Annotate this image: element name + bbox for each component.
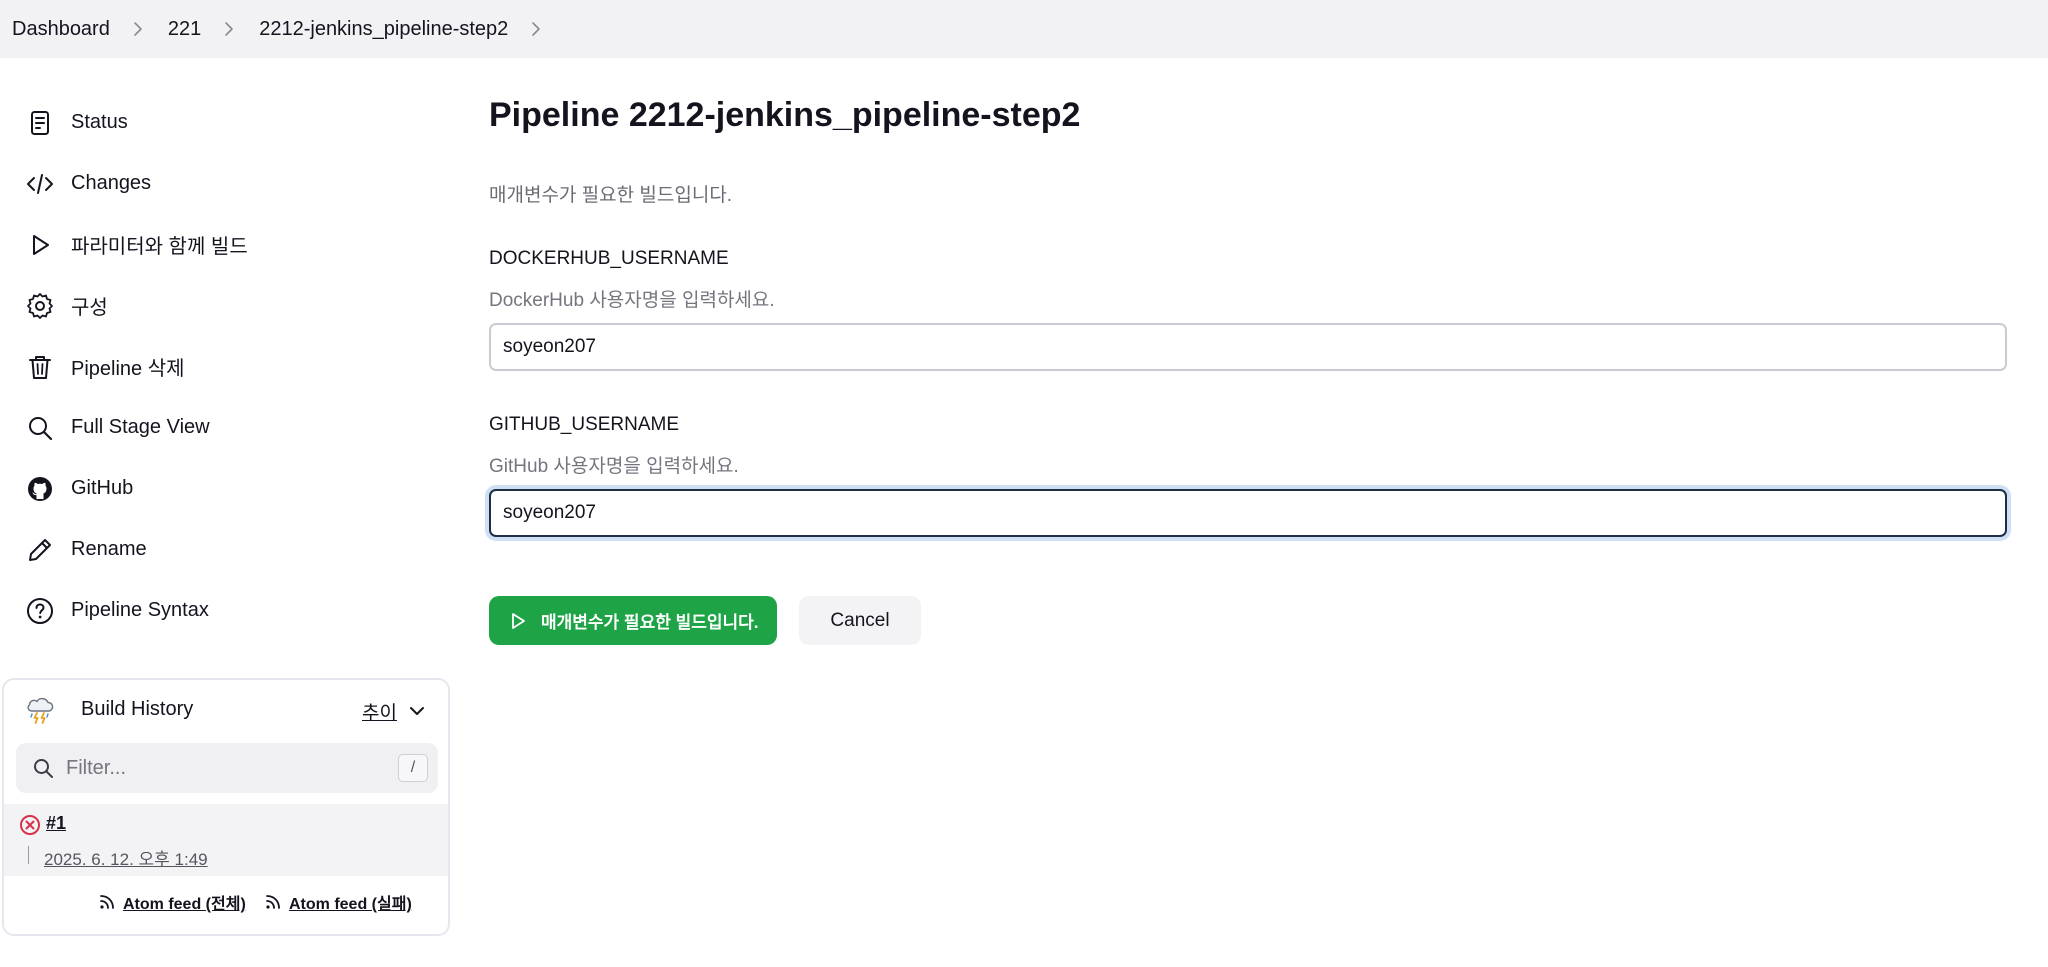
atom-feed-all-link[interactable]: Atom feed (전체) xyxy=(98,890,246,914)
atom-feed-failed-link[interactable]: Atom feed (실패) xyxy=(264,890,412,914)
keyboard-shortcut-hint: / xyxy=(398,754,428,782)
build-row[interactable]: #1 2025. 6. 12. 오후 1:49 xyxy=(4,804,448,876)
sidebar-item-label: Changes xyxy=(71,172,152,194)
sidebar-item-build-with-parameters[interactable]: 파라미터와 함께 빌드 xyxy=(0,214,440,275)
help-icon xyxy=(24,595,56,627)
gear-icon xyxy=(24,290,56,322)
page-description: 매개변수가 필요한 빌드입니다. xyxy=(489,185,733,206)
sidebar-item-label: Full Stage View xyxy=(71,416,210,438)
chevron-right-icon[interactable] xyxy=(130,21,146,37)
breadcrumb-folder[interactable]: 221 xyxy=(168,18,201,41)
sidebar-item-label: 파라미터와 함께 빌드 xyxy=(71,236,248,258)
code-icon xyxy=(24,168,56,200)
sidebar-item-label: Rename xyxy=(71,538,147,560)
param-name-dockerhub: DOCKERHUB_USERNAME xyxy=(489,248,729,269)
search-icon xyxy=(32,757,54,779)
atom-feed-failed-label: Atom feed (실패) xyxy=(289,896,412,913)
build-date-link[interactable]: 2025. 6. 12. 오후 1:49 xyxy=(44,845,208,870)
document-icon xyxy=(24,107,56,139)
play-icon xyxy=(512,612,525,629)
sidebar-item-delete-pipeline[interactable]: Pipeline 삭제 xyxy=(0,336,440,397)
rss-icon xyxy=(100,895,114,909)
search-icon xyxy=(24,412,56,444)
filter-input[interactable] xyxy=(66,753,366,783)
sidebar-item-label: Pipeline Syntax xyxy=(71,599,209,621)
failed-status-icon xyxy=(19,814,41,836)
chevron-down-icon[interactable] xyxy=(408,702,426,720)
build-number-link[interactable]: #1 xyxy=(46,813,66,834)
sidebar-tasks: Status Changes 파라미터와 함께 빌드 구성 Pipeline 삭… xyxy=(0,92,440,641)
build-button-label: 매개변수가 필요한 빌드입니다. xyxy=(541,613,759,632)
sidebar-item-github[interactable]: GitHub xyxy=(0,458,440,519)
sidebar-item-label: Status xyxy=(71,111,128,133)
pencil-icon xyxy=(24,534,56,566)
param-description-github: GitHub 사용자명을 입력하세요. xyxy=(489,456,739,477)
sidebar-item-status[interactable]: Status xyxy=(0,92,440,153)
build-history-panel: Build History 추이 / #1 2025. 6. 12. 오후 1:… xyxy=(2,678,450,936)
github-icon xyxy=(24,473,56,505)
github-username-input[interactable] xyxy=(489,489,2007,537)
atom-feeds: Atom feed (전체) Atom feed (실패) xyxy=(4,890,448,920)
sidebar-item-full-stage-view[interactable]: Full Stage View xyxy=(0,397,440,458)
sidebar-item-pipeline-syntax[interactable]: Pipeline Syntax xyxy=(0,580,440,641)
chevron-right-icon[interactable] xyxy=(221,21,237,37)
breadcrumb-job[interactable]: 2212-jenkins_pipeline-step2 xyxy=(259,18,508,41)
rss-icon xyxy=(266,895,280,909)
chevron-right-icon[interactable] xyxy=(528,21,544,37)
build-filter: / xyxy=(16,743,438,793)
trend-link[interactable]: 추이 xyxy=(362,698,397,725)
atom-feed-all-label: Atom feed (전체) xyxy=(123,896,246,913)
trash-icon xyxy=(24,351,56,383)
weather-storm-icon xyxy=(24,694,58,728)
dockerhub-username-input[interactable] xyxy=(489,323,2007,371)
build-divider xyxy=(28,846,29,864)
sidebar-item-configure[interactable]: 구성 xyxy=(0,275,440,336)
sidebar-item-rename[interactable]: Rename xyxy=(0,519,440,580)
param-name-github: GITHUB_USERNAME xyxy=(489,414,680,435)
sidebar-item-label: GitHub xyxy=(71,477,134,499)
sidebar-item-label: Pipeline 삭제 xyxy=(71,358,185,380)
play-icon xyxy=(24,229,56,261)
sidebar-item-label: 구성 xyxy=(71,297,108,319)
breadcrumb-dashboard[interactable]: Dashboard xyxy=(12,18,110,41)
param-description-dockerhub: DockerHub 사용자명을 입력하세요. xyxy=(489,290,775,311)
sidebar-item-changes[interactable]: Changes xyxy=(0,153,440,214)
page-title: Pipeline 2212-jenkins_pipeline-step2 xyxy=(489,96,1081,134)
build-button[interactable]: 매개변수가 필요한 빌드입니다. xyxy=(489,596,777,645)
build-history-title: Build History xyxy=(81,698,194,720)
breadcrumb: Dashboard 221 2212-jenkins_pipeline-step… xyxy=(0,0,2048,58)
cancel-button[interactable]: Cancel xyxy=(799,596,921,645)
